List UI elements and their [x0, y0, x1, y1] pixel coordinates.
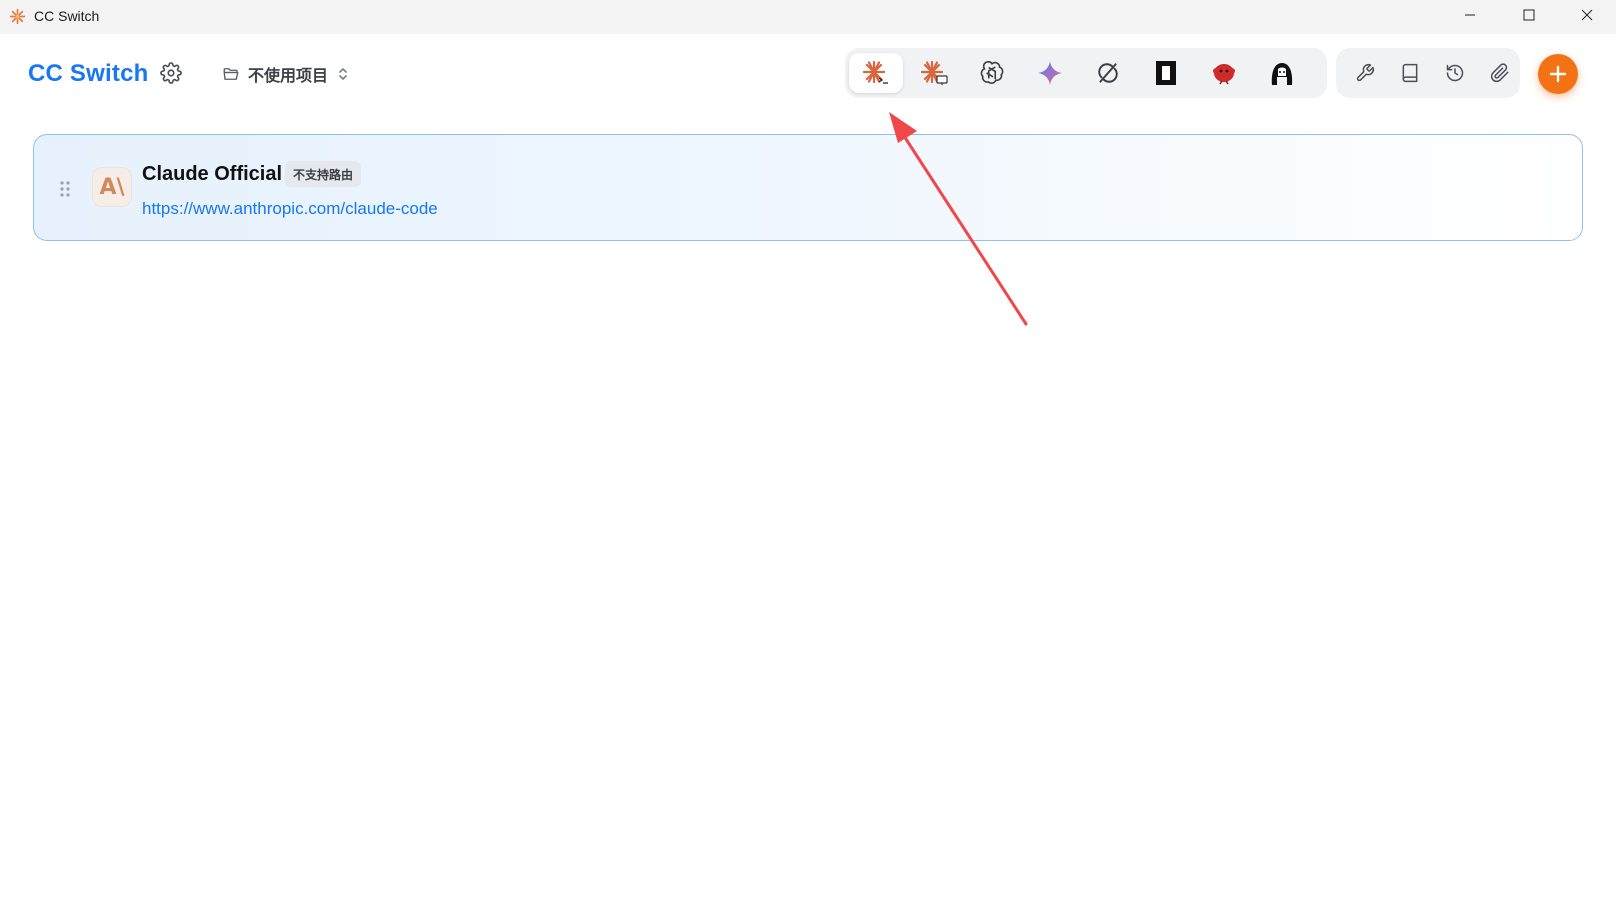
window-title: CC Switch [34, 8, 100, 24]
project-selector[interactable]: 不使用项目 [222, 60, 350, 88]
gemini-icon [1038, 61, 1062, 85]
circle-slash-icon [1098, 63, 1118, 83]
close-button[interactable] [1558, 0, 1616, 30]
routing-badge: 不支持路由 [285, 161, 362, 187]
app-switcher [845, 48, 1327, 98]
drag-handle-icon[interactable] [58, 179, 72, 199]
claude-terminal-icon [862, 60, 888, 84]
claude-desktop-icon [920, 60, 948, 85]
tab-app-8[interactable] [1255, 53, 1309, 93]
wrench-button[interactable] [1350, 58, 1380, 88]
add-provider-button[interactable] [1538, 54, 1578, 94]
maximize-icon [1523, 9, 1535, 21]
brand-title: CC Switch [28, 60, 149, 87]
minimize-icon [1465, 14, 1475, 16]
character-icon [1271, 63, 1293, 85]
minimize-button[interactable] [1441, 0, 1499, 30]
gear-icon [160, 62, 182, 84]
paperclip-button[interactable] [1485, 58, 1515, 88]
openai-icon [980, 60, 1004, 84]
tab-opencode[interactable] [1081, 53, 1135, 93]
history-icon [1446, 64, 1464, 82]
settings-button[interactable] [160, 62, 184, 86]
window-titlebar: CC Switch [0, 0, 1616, 34]
tab-claude-desktop[interactable] [907, 53, 961, 93]
folder-icon [223, 68, 239, 80]
provider-card[interactable]: A\ Claude Official 不支持路由 https://www.ant… [33, 134, 1583, 241]
provider-logo: A\ [92, 167, 132, 207]
red-bird-icon [1213, 64, 1235, 85]
history-button[interactable] [1440, 58, 1470, 88]
close-icon [1581, 9, 1593, 21]
book-icon [1402, 63, 1418, 83]
black-square-icon [1156, 61, 1176, 85]
tab-claude-code[interactable] [849, 53, 903, 93]
tab-gemini[interactable] [1023, 53, 1077, 93]
project-label: 不使用项目 [248, 68, 329, 85]
wrench-icon [1356, 63, 1375, 82]
plus-icon [1549, 65, 1567, 83]
tab-app-6[interactable] [1139, 53, 1193, 93]
provider-url-link[interactable]: https://www.anthropic.com/claude-code [142, 199, 438, 219]
maximize-button[interactable] [1500, 0, 1558, 30]
app-logo-icon [9, 8, 26, 25]
book-button[interactable] [1395, 58, 1425, 88]
tab-app-7[interactable] [1197, 53, 1251, 93]
provider-name: Claude Official [142, 163, 283, 185]
tab-openai[interactable] [965, 53, 1019, 93]
chevron-updown-icon [339, 68, 347, 80]
paperclip-icon [1490, 63, 1509, 83]
tools-toolbar [1336, 48, 1520, 98]
app-header: CC Switch 不使用项目 [0, 34, 1616, 124]
